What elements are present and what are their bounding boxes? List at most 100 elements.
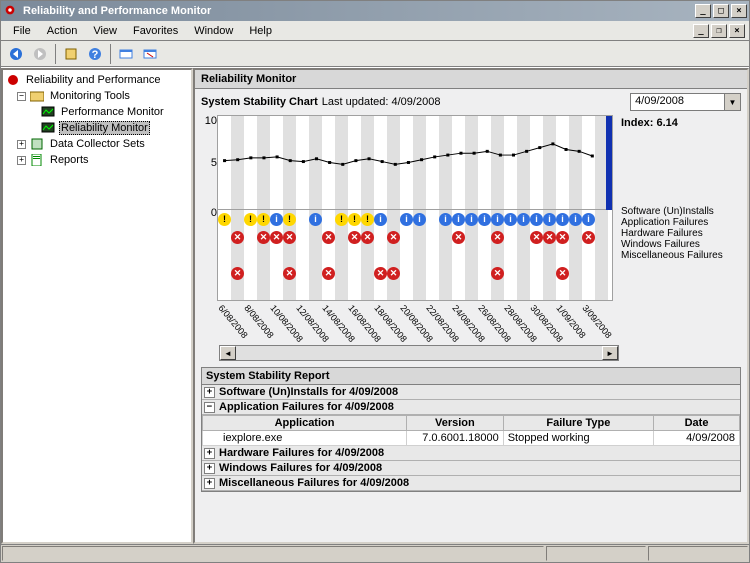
info-icon[interactable]: i bbox=[413, 213, 426, 226]
tree-performance-monitor[interactable]: Performance Monitor bbox=[5, 104, 189, 120]
error-icon[interactable]: ✕ bbox=[374, 267, 387, 280]
collapse-icon[interactable]: − bbox=[204, 402, 215, 413]
col-version[interactable]: Version bbox=[407, 416, 504, 431]
scroll-right-button[interactable]: ► bbox=[602, 346, 618, 360]
error-icon[interactable]: ✕ bbox=[322, 267, 335, 280]
maximize-button[interactable]: □ bbox=[713, 4, 729, 18]
child-restore-button[interactable]: ❐ bbox=[711, 24, 727, 38]
error-icon[interactable]: ✕ bbox=[491, 267, 504, 280]
col-failure-type[interactable]: Failure Type bbox=[503, 416, 653, 431]
expand-icon[interactable]: + bbox=[204, 387, 215, 398]
chart-scrollbar[interactable]: ◄ ► bbox=[219, 345, 619, 361]
collapse-icon[interactable]: − bbox=[17, 92, 26, 101]
info-icon[interactable]: i bbox=[374, 213, 387, 226]
info-icon[interactable]: i bbox=[452, 213, 465, 226]
stability-plot[interactable] bbox=[217, 115, 613, 210]
minimize-button[interactable]: _ bbox=[695, 4, 711, 18]
tool-button-1[interactable] bbox=[115, 43, 137, 65]
error-icon[interactable]: ✕ bbox=[270, 231, 283, 244]
tool-button-2[interactable] bbox=[139, 43, 161, 65]
info-icon[interactable]: i bbox=[569, 213, 582, 226]
warning-icon[interactable]: ! bbox=[348, 213, 361, 226]
menu-help[interactable]: Help bbox=[241, 23, 280, 39]
section-hardware[interactable]: +Hardware Failures for 4/09/2008 bbox=[202, 446, 740, 461]
dropdown-arrow-icon[interactable]: ▼ bbox=[724, 94, 740, 110]
warning-icon[interactable]: ! bbox=[244, 213, 257, 226]
event-row[interactable] bbox=[218, 282, 612, 300]
error-icon[interactable]: ✕ bbox=[231, 231, 244, 244]
expand-icon[interactable]: + bbox=[17, 140, 26, 149]
table-row[interactable]: iexplore.exe 7.0.6001.18000 Stopped work… bbox=[203, 431, 740, 446]
expand-icon[interactable]: + bbox=[204, 448, 215, 459]
col-application[interactable]: Application bbox=[203, 416, 407, 431]
properties-button[interactable] bbox=[60, 43, 82, 65]
section-software[interactable]: +Software (Un)Installs for 4/09/2008 bbox=[202, 385, 740, 400]
tree-monitoring-tools[interactable]: −Monitoring Tools bbox=[5, 88, 189, 104]
info-icon[interactable]: i bbox=[530, 213, 543, 226]
error-icon[interactable]: ✕ bbox=[283, 267, 296, 280]
menu-file[interactable]: File bbox=[5, 23, 39, 39]
error-icon[interactable]: ✕ bbox=[452, 231, 465, 244]
error-icon[interactable]: ✕ bbox=[387, 231, 400, 244]
info-icon[interactable]: i bbox=[270, 213, 283, 226]
child-minimize-button[interactable]: _ bbox=[693, 24, 709, 38]
expand-icon[interactable]: + bbox=[204, 478, 215, 489]
error-icon[interactable]: ✕ bbox=[543, 231, 556, 244]
info-icon[interactable]: i bbox=[491, 213, 504, 226]
info-icon[interactable]: i bbox=[309, 213, 322, 226]
section-windows[interactable]: +Windows Failures for 4/09/2008 bbox=[202, 461, 740, 476]
info-icon[interactable]: i bbox=[582, 213, 595, 226]
menu-view[interactable]: View bbox=[85, 23, 125, 39]
event-row[interactable] bbox=[218, 246, 612, 264]
info-icon[interactable]: i bbox=[517, 213, 530, 226]
tree-reports[interactable]: +Reports bbox=[5, 152, 189, 168]
event-grid[interactable]: !!!i!i!!!iiiiiiiiiiiiiii✕✕✕✕✕✕✕✕✕✕✕✕✕✕✕✕… bbox=[217, 210, 613, 301]
info-icon[interactable]: i bbox=[465, 213, 478, 226]
event-row[interactable]: !!!i!i!!!iiiiiiiiiiiiiii bbox=[218, 210, 612, 228]
tree-data-collector[interactable]: +Data Collector Sets bbox=[5, 136, 189, 152]
scroll-left-button[interactable]: ◄ bbox=[220, 346, 236, 360]
event-row[interactable]: ✕✕✕✕✕✕✕ bbox=[218, 264, 612, 282]
nav-tree[interactable]: Reliability and Performance −Monitoring … bbox=[1, 68, 193, 544]
close-button[interactable]: × bbox=[731, 4, 747, 18]
back-button[interactable] bbox=[5, 43, 27, 65]
child-close-button[interactable]: × bbox=[729, 24, 745, 38]
error-icon[interactable]: ✕ bbox=[283, 231, 296, 244]
date-selector[interactable]: 4/09/2008 ▼ bbox=[630, 93, 741, 111]
info-icon[interactable]: i bbox=[439, 213, 452, 226]
error-icon[interactable]: ✕ bbox=[231, 267, 244, 280]
info-icon[interactable]: i bbox=[400, 213, 413, 226]
info-icon[interactable]: i bbox=[478, 213, 491, 226]
warning-icon[interactable]: ! bbox=[257, 213, 270, 226]
warning-icon[interactable]: ! bbox=[335, 213, 348, 226]
section-misc[interactable]: +Miscellaneous Failures for 4/09/2008 bbox=[202, 476, 740, 491]
info-icon[interactable]: i bbox=[504, 213, 517, 226]
forward-button[interactable] bbox=[29, 43, 51, 65]
error-icon[interactable]: ✕ bbox=[348, 231, 361, 244]
menu-favorites[interactable]: Favorites bbox=[125, 23, 186, 39]
titlebar[interactable]: Reliability and Performance Monitor _ □ … bbox=[1, 1, 749, 21]
help-button[interactable]: ? bbox=[84, 43, 106, 65]
warning-icon[interactable]: ! bbox=[283, 213, 296, 226]
error-icon[interactable]: ✕ bbox=[361, 231, 374, 244]
error-icon[interactable]: ✕ bbox=[322, 231, 335, 244]
tree-reliability-monitor[interactable]: Reliability Monitor bbox=[5, 120, 189, 136]
info-icon[interactable]: i bbox=[556, 213, 569, 226]
error-icon[interactable]: ✕ bbox=[491, 231, 504, 244]
col-date[interactable]: Date bbox=[654, 416, 740, 431]
menu-window[interactable]: Window bbox=[186, 23, 241, 39]
expand-icon[interactable]: + bbox=[17, 156, 26, 165]
menu-action[interactable]: Action bbox=[39, 23, 86, 39]
tree-root[interactable]: Reliability and Performance bbox=[5, 72, 189, 88]
warning-icon[interactable]: ! bbox=[361, 213, 374, 226]
error-icon[interactable]: ✕ bbox=[556, 231, 569, 244]
error-icon[interactable]: ✕ bbox=[257, 231, 270, 244]
expand-icon[interactable]: + bbox=[204, 463, 215, 474]
error-icon[interactable]: ✕ bbox=[387, 267, 400, 280]
info-icon[interactable]: i bbox=[543, 213, 556, 226]
event-row[interactable]: ✕✕✕✕✕✕✕✕✕✕✕✕✕✕ bbox=[218, 228, 612, 246]
error-icon[interactable]: ✕ bbox=[582, 231, 595, 244]
error-icon[interactable]: ✕ bbox=[530, 231, 543, 244]
scroll-track[interactable] bbox=[236, 346, 602, 360]
error-icon[interactable]: ✕ bbox=[556, 267, 569, 280]
